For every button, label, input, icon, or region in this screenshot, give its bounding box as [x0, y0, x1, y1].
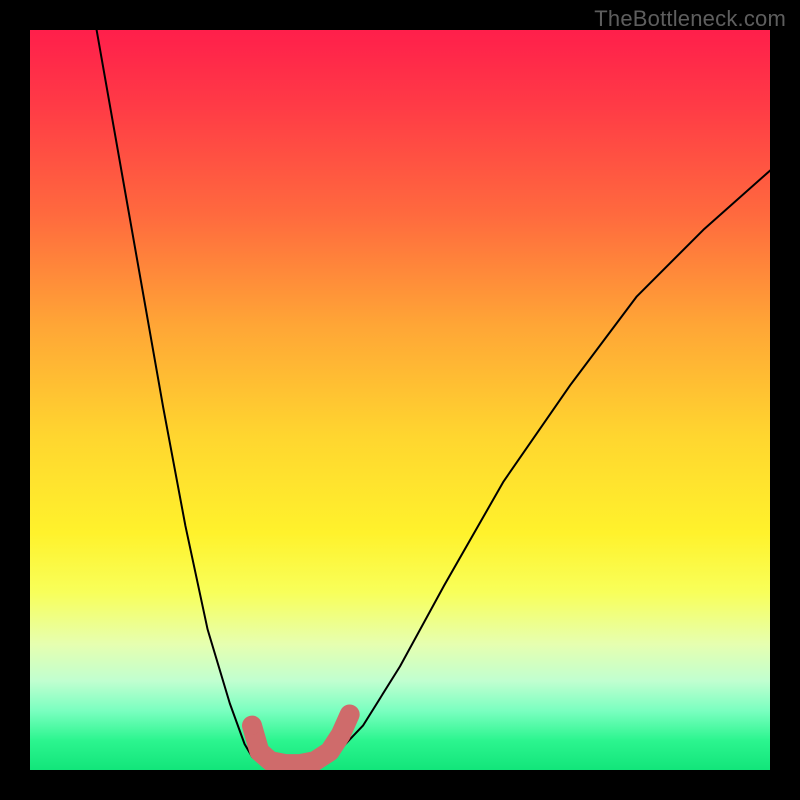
chart-svg: [30, 30, 770, 770]
watermark-text: TheBottleneck.com: [594, 6, 786, 32]
valley-highlight-stroke: [252, 715, 350, 765]
outer-frame: TheBottleneck.com: [0, 0, 800, 800]
bottleneck-curve: [97, 30, 770, 769]
plot-area: [30, 30, 770, 770]
valley-highlight-dot: [243, 717, 261, 735]
